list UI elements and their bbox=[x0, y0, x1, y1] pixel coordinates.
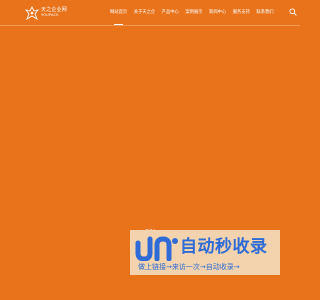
nav-item-contact[interactable]: 联系我们 bbox=[256, 0, 273, 25]
auto-collect-banner[interactable]: 自动秒收录 做上链接→来访一次→自动收录→ bbox=[130, 230, 280, 275]
nav-item-news[interactable]: 新闻中心 bbox=[209, 0, 226, 25]
search-button[interactable] bbox=[289, 8, 297, 16]
logo-mark-icon bbox=[25, 6, 39, 20]
nav-item-service[interactable]: 服务支持 bbox=[233, 0, 250, 25]
banner-title: 自动秒收录 bbox=[180, 237, 268, 257]
nav-item-home[interactable]: 网站首页 bbox=[110, 0, 127, 25]
banner-logo-icon bbox=[135, 236, 178, 261]
page: 天之企业网 YOUPACK 网站首页 关于天之企 产品中心 案例展示 新闻中心 … bbox=[0, 0, 300, 300]
nav-item-products[interactable]: 产品中心 bbox=[162, 0, 179, 25]
logo-name-en: YOUPACK bbox=[41, 13, 59, 18]
nav-item-cases[interactable]: 案例展示 bbox=[185, 0, 202, 25]
nav-item-about[interactable]: 关于天之企 bbox=[134, 0, 155, 25]
site-header: 天之企业网 YOUPACK 网站首页 关于天之企 产品中心 案例展示 新闻中心 … bbox=[0, 0, 300, 26]
site-logo[interactable]: 天之企业网 YOUPACK bbox=[25, 5, 85, 21]
search-icon bbox=[289, 8, 297, 16]
main-nav: 网站首页 关于天之企 产品中心 案例展示 新闻中心 服务支持 联系我们 bbox=[110, 0, 280, 25]
banner-subtitle: 做上链接→来访一次→自动收录→ bbox=[138, 263, 240, 271]
